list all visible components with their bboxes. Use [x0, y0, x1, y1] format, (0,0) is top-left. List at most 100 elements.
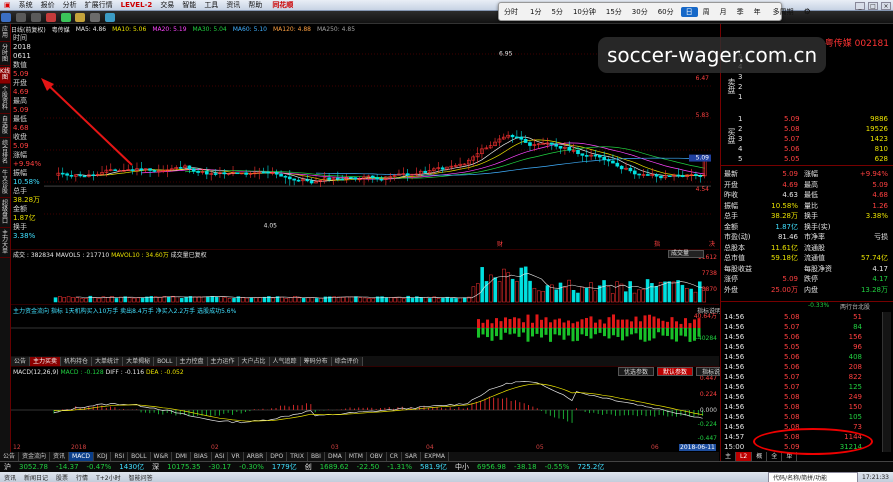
- period-multi[interactable]: 多周期: [768, 7, 799, 17]
- period-15min[interactable]: 15分: [601, 7, 627, 17]
- grid-icon[interactable]: [90, 13, 101, 22]
- status-item[interactable]: 行情: [72, 473, 92, 482]
- indicator-tab[interactable]: 公告: [11, 356, 31, 366]
- indicator-tab[interactable]: 大户占比: [238, 356, 270, 366]
- indicator-tab[interactable]: 主力买卖: [30, 356, 62, 366]
- sidebar-tab-watchlist[interactable]: 自选股: [0, 115, 10, 138]
- app-logo-icon[interactable]: ▣: [0, 1, 15, 9]
- period-day[interactable]: 日: [680, 6, 698, 17]
- tick-header-mode[interactable]: 两行台北股: [840, 302, 870, 311]
- status-item[interactable]: T+2小时: [92, 473, 125, 482]
- star-icon[interactable]: [75, 13, 86, 22]
- bottom-indicator-tab[interactable]: DPO: [267, 452, 288, 461]
- sell-level-row[interactable]: 1: [724, 92, 890, 102]
- sidebar-tab-superbook[interactable]: 超级盘口: [0, 199, 10, 228]
- bottom-indicator-tab[interactable]: BBI: [308, 452, 325, 461]
- menu-item-news[interactable]: 资讯: [222, 0, 244, 10]
- indicator-tab[interactable]: 机构持仓: [61, 356, 93, 366]
- period-month[interactable]: 月: [715, 7, 732, 17]
- indicator-tab[interactable]: 主力控盘: [176, 356, 208, 366]
- buy-level-row[interactable]: 2 5.08 19526: [724, 124, 890, 134]
- bottom-indicator-tab[interactable]: DMI: [172, 452, 191, 461]
- menu-item-tools[interactable]: 工具: [200, 0, 222, 10]
- menu-item-trade[interactable]: 交易: [156, 0, 178, 10]
- bottom-indicator-tab[interactable]: EXPMA: [421, 452, 450, 461]
- bottom-indicator-tab[interactable]: BOLL: [128, 452, 151, 461]
- status-item[interactable]: 新闻日记: [20, 473, 52, 482]
- bottom-indicator-tab[interactable]: KDJ: [94, 452, 112, 461]
- quote-panel-tab[interactable]: 主: [721, 452, 737, 461]
- buy-level-row[interactable]: 4 5.06 810: [724, 144, 890, 154]
- status-item[interactable]: 股票: [52, 473, 72, 482]
- buy-level-row[interactable]: 3 5.07 1423: [724, 134, 890, 144]
- bottom-indicator-tab[interactable]: BIAS: [191, 452, 212, 461]
- status-item[interactable]: 智能问答: [125, 473, 157, 482]
- period-30min[interactable]: 30分: [627, 7, 653, 17]
- fund-flow-help-link[interactable]: 指标说明: [697, 306, 721, 315]
- bottom-indicator-tab[interactable]: MTM: [346, 452, 367, 461]
- close-icon[interactable]: ×: [881, 1, 891, 10]
- bottom-indicator-tab[interactable]: DMA: [325, 452, 346, 461]
- bottom-indicator-tab[interactable]: 公告: [0, 452, 20, 461]
- bottom-indicator-tab[interactable]: MACD: [69, 452, 95, 461]
- bottom-indicator-tab[interactable]: TRIX: [287, 452, 308, 461]
- bottom-indicator-tab[interactable]: VR: [228, 452, 244, 461]
- settings-icon[interactable]: ⚙: [799, 7, 816, 16]
- quote-panel-tab[interactable]: 全: [767, 452, 783, 461]
- period-60min[interactable]: 60分: [653, 7, 679, 17]
- menu-item-system[interactable]: 系统: [15, 0, 37, 10]
- buy-level-row[interactable]: 1 5.09 9886: [724, 114, 890, 124]
- period-1min[interactable]: 1分: [525, 7, 546, 17]
- bottom-indicator-tab[interactable]: RSI: [111, 452, 129, 461]
- list-icon[interactable]: [60, 13, 71, 22]
- forward-icon[interactable]: [30, 13, 41, 22]
- period-5min[interactable]: 5分: [546, 7, 567, 17]
- bottom-indicator-tab[interactable]: SAR: [402, 452, 422, 461]
- indicator-tab[interactable]: 主力运作: [207, 356, 239, 366]
- period-10min[interactable]: 10分钟: [568, 7, 601, 17]
- tick-list-scrollbar[interactable]: [882, 312, 891, 452]
- menu-item-extended[interactable]: 扩展行情: [81, 0, 117, 10]
- quote-panel-tab[interactable]: L2: [736, 452, 753, 461]
- sidebar-tab-profile[interactable]: 个股资料: [0, 85, 10, 114]
- menu-item-smart[interactable]: 智能: [178, 0, 200, 10]
- home-icon[interactable]: [1, 13, 11, 22]
- menu-item-quote[interactable]: 报价: [37, 0, 59, 10]
- default-params-button[interactable]: 默认参数: [657, 367, 694, 376]
- indicator-tab[interactable]: 大单揭秘: [123, 356, 155, 366]
- bottom-indicator-tab[interactable]: 资讯: [50, 452, 70, 461]
- sidebar-tab-ranking[interactable]: 综合排名: [0, 139, 10, 168]
- back-icon[interactable]: [15, 13, 26, 22]
- chart-icon[interactable]: [45, 13, 56, 22]
- bottom-indicator-tab[interactable]: ARBR: [244, 452, 268, 461]
- menu-item-analysis[interactable]: 分析: [59, 0, 81, 10]
- f10-icon[interactable]: [105, 13, 116, 22]
- volume-indicator-dropdown[interactable]: 成交量: [668, 250, 704, 258]
- status-item[interactable]: 资讯: [0, 473, 20, 482]
- bottom-indicator-tab[interactable]: 资金流向: [19, 452, 51, 461]
- indicator-tab[interactable]: 筹码分布: [300, 356, 332, 366]
- menu-item-help[interactable]: 帮助: [244, 0, 266, 10]
- sidebar-tab-diagnosis[interactable]: 牛叉诊股: [0, 169, 10, 198]
- quote-panel-tab[interactable]: 概: [752, 452, 768, 461]
- optimized-params-button[interactable]: 优选参数: [618, 367, 655, 376]
- period-intraday[interactable]: 分时: [499, 7, 523, 17]
- sidebar-tab-kline[interactable]: K线图: [0, 67, 10, 84]
- indicator-tab[interactable]: 综合评价: [331, 356, 363, 366]
- sidebar-tab-apps[interactable]: 应用: [0, 25, 10, 42]
- status-item[interactable]: 代码/名称/简拼/功能: [768, 472, 859, 482]
- sell-level-row[interactable]: 2: [724, 82, 890, 92]
- bottom-indicator-tab[interactable]: OBV: [367, 452, 387, 461]
- status-item[interactable]: 17:21:33: [858, 474, 893, 481]
- kline-mode[interactable]: 日线(前复权): [11, 25, 46, 34]
- menu-item-level2[interactable]: LEVEL-2: [117, 1, 157, 9]
- indicator-tab[interactable]: BOLL: [154, 356, 177, 366]
- sidebar-tab-bigorder[interactable]: 主力大单: [0, 229, 10, 258]
- macd-chart[interactable]: 0.4470.2240.000-0.224-0.447: [11, 366, 719, 444]
- period-quarter[interactable]: 季: [732, 7, 749, 17]
- period-year[interactable]: 年: [749, 7, 766, 17]
- sidebar-tab-intraday[interactable]: 分时图: [0, 43, 10, 66]
- indicator-tab[interactable]: 人气追踪: [269, 356, 301, 366]
- period-week[interactable]: 周: [698, 7, 715, 17]
- buy-level-row[interactable]: 5 5.05 628: [724, 154, 890, 164]
